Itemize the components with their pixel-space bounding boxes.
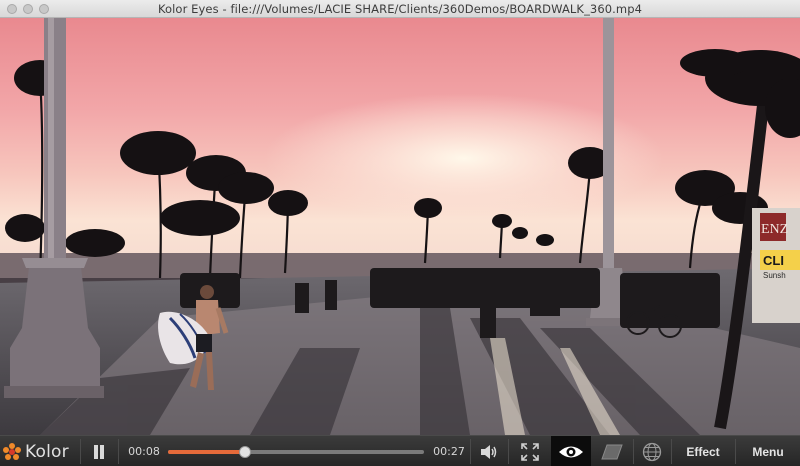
globe-view-button[interactable] <box>635 436 669 466</box>
effect-button[interactable]: Effect <box>673 436 733 466</box>
play-pause-button[interactable] <box>82 436 116 466</box>
fullscreen-button[interactable] <box>510 436 550 466</box>
menu-label: Menu <box>752 444 784 459</box>
view-mode-button[interactable] <box>551 436 591 466</box>
total-time: 00:27 <box>433 445 465 458</box>
speaker-icon <box>481 444 497 459</box>
brand-name: Kolor <box>25 441 69 462</box>
seek-handle[interactable] <box>238 446 251 458</box>
current-time: 00:08 <box>128 445 160 458</box>
pause-icon <box>94 444 104 459</box>
divider <box>735 439 736 464</box>
divider <box>508 439 509 464</box>
flat-view-button[interactable] <box>593 436 631 466</box>
kolor-flower-icon <box>3 442 21 460</box>
kolor-logo[interactable]: Kolor <box>2 436 78 466</box>
video-frame: ENZ CLI Sunsh <box>0 18 800 435</box>
storefront-sign: CLI <box>763 253 784 268</box>
divider <box>118 439 119 464</box>
volume-button[interactable] <box>472 436 506 466</box>
divider <box>80 439 81 464</box>
expand-arrows-icon <box>521 442 539 461</box>
storefront-subsign: Sunsh <box>763 271 786 280</box>
seek-bar[interactable] <box>168 446 424 458</box>
flat-plane-icon <box>601 444 623 459</box>
globe-icon <box>642 442 662 461</box>
banner-sign: ENZ <box>761 222 788 237</box>
window-titlebar: Kolor Eyes - file:///Volumes/LACIE SHARE… <box>0 0 800 18</box>
menu-button[interactable]: Menu <box>737 436 799 466</box>
divider <box>633 439 634 464</box>
eye-icon <box>559 446 583 457</box>
seek-progress <box>168 450 245 454</box>
player-control-bar: Kolor 00:08 00:27 Effect Menu <box>0 435 800 466</box>
video-viewport[interactable]: ENZ CLI Sunsh <box>0 18 800 435</box>
divider <box>470 439 471 464</box>
effect-label: Effect <box>686 444 720 459</box>
window-title: Kolor Eyes - file:///Volumes/LACIE SHARE… <box>157 2 643 16</box>
divider <box>671 439 672 464</box>
